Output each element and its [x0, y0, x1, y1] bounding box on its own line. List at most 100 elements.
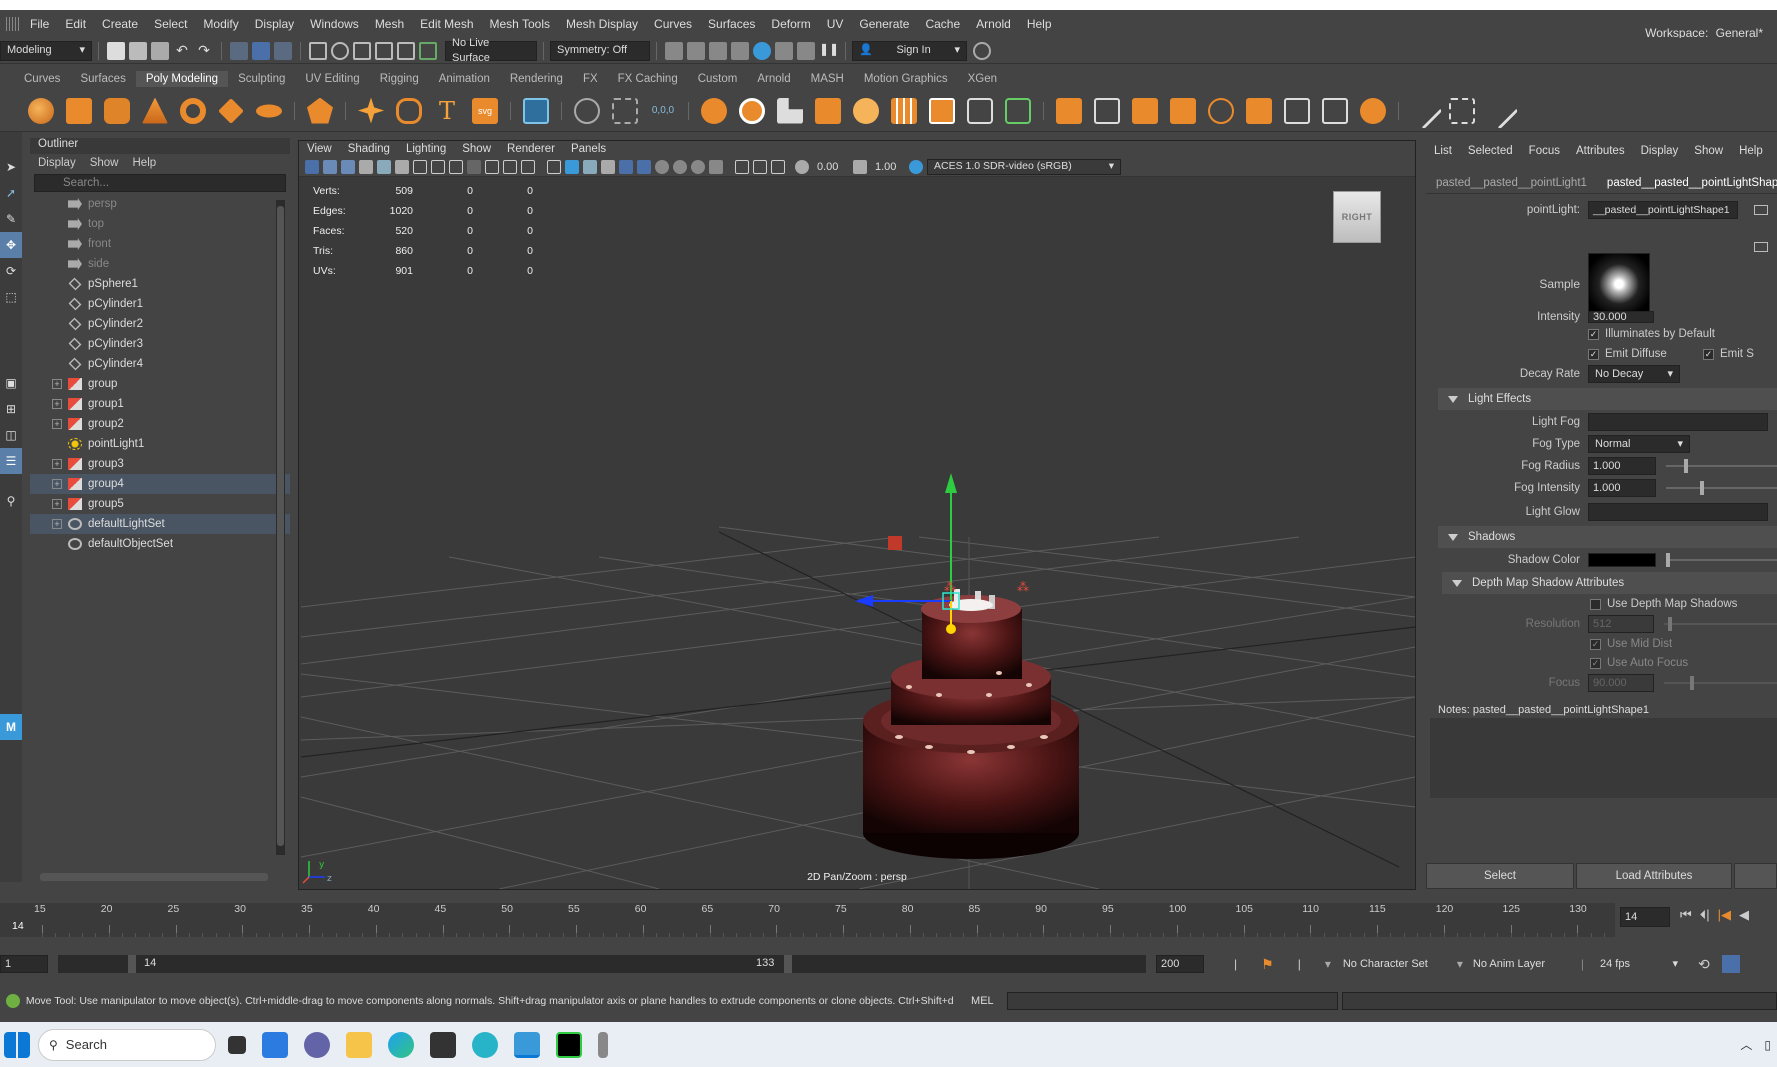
cake-model[interactable]: [863, 589, 1079, 859]
fps-dropdown[interactable]: 24 fps ▾: [1594, 954, 1684, 974]
outliner-item-psphere1[interactable]: pSphere1: [30, 274, 290, 294]
uv-cut-icon[interactable]: [1481, 92, 1519, 129]
auto-key-icon[interactable]: |: [1234, 957, 1237, 971]
shelf-tab-uv-editing[interactable]: UV Editing: [295, 71, 369, 87]
menu-cache[interactable]: Cache: [917, 17, 968, 31]
decay-rate-dropdown[interactable]: No Decay ▾: [1588, 365, 1680, 383]
viewport-menu-show[interactable]: Show: [454, 143, 499, 155]
ae-menu-display[interactable]: Display: [1633, 145, 1687, 157]
poly-disc-icon[interactable]: [256, 104, 282, 117]
slider-knob[interactable]: [1700, 481, 1704, 495]
xray-icon[interactable]: [753, 159, 767, 174]
poly-cube-icon[interactable]: [66, 97, 92, 124]
outliner-menu-display[interactable]: Display: [38, 157, 76, 169]
outliner-item-pcylinder2[interactable]: pCylinder2: [30, 314, 290, 334]
shadow-color-swatch[interactable]: [1588, 553, 1656, 567]
use-depth-map-checkbox[interactable]: [1590, 598, 1601, 610]
menu-help[interactable]: Help: [1019, 17, 1060, 31]
ae-menu-focus[interactable]: Focus: [1521, 145, 1568, 157]
ae-notes-field[interactable]: [1430, 718, 1777, 798]
expand-icon[interactable]: +: [52, 459, 62, 469]
safe-title-icon[interactable]: [521, 159, 535, 174]
outliner-item-group2[interactable]: + group2: [30, 414, 290, 434]
viewport-panel[interactable]: View Shading Lighting Show Renderer Pane…: [298, 140, 1416, 890]
bevel-icon[interactable]: [815, 97, 841, 124]
image-plane-icon[interactable]: [359, 159, 373, 174]
outliner-item-group1[interactable]: + group1: [30, 394, 290, 414]
menu-edit[interactable]: Edit: [57, 17, 94, 31]
scrollbar-thumb[interactable]: [40, 873, 268, 881]
gamma-field[interactable]: 1.00: [871, 157, 905, 176]
mel-command-input[interactable]: [1006, 992, 1338, 1010]
ae-intensity-field[interactable]: 30.000: [1588, 311, 1654, 323]
ae-menu-list[interactable]: List: [1426, 145, 1460, 157]
arnold-render-icon[interactable]: [797, 41, 815, 60]
network-icon[interactable]: ▯: [1764, 1038, 1771, 1052]
rotate-tool-icon[interactable]: ⟳: [0, 258, 22, 284]
file-explorer-icon[interactable]: [346, 1031, 372, 1058]
ipr-render-icon[interactable]: [709, 41, 727, 60]
timeline-ruler[interactable]: 15 20 25 30 35 40 45 50 55 60 65 70 75 80 85 90 95 100 105…: [0, 903, 1615, 937]
outliner-item-defaultobjectset[interactable]: defaultObjectSet: [30, 534, 290, 554]
hypershade-icon[interactable]: [753, 41, 771, 60]
menu-modify[interactable]: Modify: [195, 17, 246, 31]
shelf-tab-arnold[interactable]: Arnold: [747, 71, 800, 87]
presets-icon[interactable]: [1754, 242, 1768, 252]
redo-icon[interactable]: ↷: [195, 42, 213, 60]
chevron-down-icon[interactable]: ▾: [1325, 957, 1331, 971]
gamma-icon[interactable]: [853, 159, 867, 174]
sweep-mesh-icon[interactable]: [396, 97, 422, 124]
sign-in-dropdown[interactable]: 👤 Sign In ▾: [852, 40, 967, 61]
render-settings-icon[interactable]: [731, 41, 749, 60]
select-tool-icon[interactable]: ➤: [0, 154, 22, 180]
outliner-vertical-scrollbar[interactable]: [276, 200, 285, 855]
bridge-icon[interactable]: [777, 97, 803, 124]
outliner-item-defaultlightset[interactable]: + defaultLightSet: [30, 514, 290, 534]
xray-joints-icon[interactable]: [771, 159, 785, 174]
menu-display[interactable]: Display: [247, 17, 302, 31]
fill-hole-icon[interactable]: [891, 97, 917, 124]
taskbar-search-box[interactable]: ⚲ Search: [38, 1028, 216, 1061]
view-cube[interactable]: RIGHT: [1333, 191, 1381, 243]
viewport-menu-lighting[interactable]: Lighting: [398, 143, 454, 155]
menu-surfaces[interactable]: Surfaces: [700, 17, 763, 31]
poly-torus-icon[interactable]: [180, 97, 206, 124]
ae-tab-shape[interactable]: pasted__pasted__pointLightShape1: [1597, 177, 1777, 189]
target-weld-icon[interactable]: [967, 97, 993, 124]
key-options-icon[interactable]: |: [1298, 957, 1301, 971]
ae-menu-selected[interactable]: Selected: [1460, 145, 1521, 157]
emit-specular-checkbox[interactable]: ✓: [1703, 348, 1714, 360]
zoom-icon[interactable]: ⚲: [0, 488, 22, 514]
outliner-item-pcylinder4[interactable]: pCylinder4: [30, 354, 290, 374]
shelf-tab-fx[interactable]: FX: [573, 71, 608, 87]
type-tool-icon[interactable]: T: [434, 98, 460, 124]
circularize-icon[interactable]: [1360, 97, 1386, 124]
step-back-icon[interactable]: ⏴|: [1700, 907, 1710, 923]
poly-sphere-icon[interactable]: [28, 97, 54, 124]
outliner-item-side[interactable]: side: [30, 254, 290, 274]
word-app-icon[interactable]: [472, 1031, 498, 1058]
ae-load-attributes-button[interactable]: Load Attributes: [1576, 863, 1732, 889]
two-pane-layout-icon[interactable]: ◫: [0, 422, 22, 448]
select-component-icon[interactable]: [274, 41, 292, 60]
platonic-solid-icon[interactable]: [307, 97, 333, 124]
range-slider[interactable]: 14 133: [58, 955, 1146, 973]
range-start-handle[interactable]: [128, 955, 136, 973]
slider-knob[interactable]: [1684, 459, 1688, 473]
task-view-icon[interactable]: [228, 1035, 246, 1054]
multi-cut-icon[interactable]: [929, 97, 955, 124]
shelf-tab-custom[interactable]: Custom: [688, 71, 748, 87]
connect-icon[interactable]: [1005, 97, 1031, 124]
widgets-icon[interactable]: [262, 1031, 288, 1058]
field-chart-icon[interactable]: [485, 159, 499, 174]
slider-knob[interactable]: [1666, 553, 1670, 567]
save-scene-icon[interactable]: [151, 41, 169, 60]
outliner-item-group4[interactable]: + group4: [30, 474, 290, 494]
exposure-icon[interactable]: [795, 159, 809, 174]
viewport-menu-panels[interactable]: Panels: [563, 143, 614, 155]
mirror-icon[interactable]: 0,0,0: [650, 98, 676, 124]
scrollbar-thumb[interactable]: [277, 206, 284, 846]
outliner-item-pcylinder1[interactable]: pCylinder1: [30, 294, 290, 314]
shadows-icon[interactable]: [637, 159, 651, 174]
select-hierarchy-icon[interactable]: [230, 41, 248, 60]
